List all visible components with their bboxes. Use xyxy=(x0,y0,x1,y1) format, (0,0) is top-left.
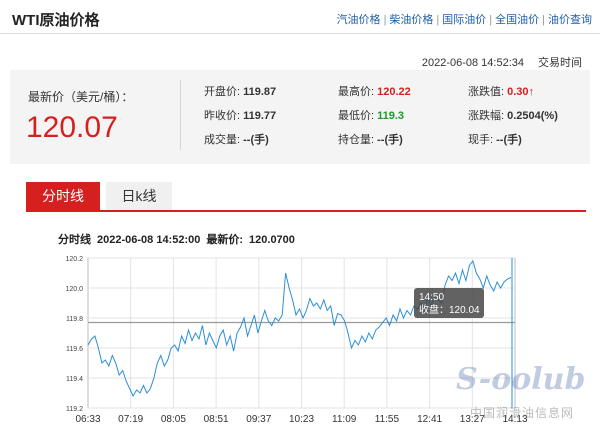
tooltip-time: 14:50 xyxy=(419,292,444,303)
tab-intraday[interactable]: 分时线 xyxy=(26,182,100,210)
stat-high-label: 最高价: xyxy=(338,86,375,98)
nav-diesel-price[interactable]: 柴油价格 xyxy=(389,14,433,26)
trade-time-label: 交易时间 xyxy=(538,57,582,69)
stat-low-value: 119.3 xyxy=(377,110,405,122)
stat-change-pct-label: 涨跌幅: xyxy=(468,110,505,122)
tab-daily-kline[interactable]: 日k线 xyxy=(106,182,172,210)
x-tick-label: 08:05 xyxy=(161,414,186,425)
nav-gasoline-price[interactable]: 汽油价格 xyxy=(337,14,381,26)
chart-info-latest-label: 最新价: xyxy=(206,234,244,246)
stat-prev-close: 昨收价: 119.77 xyxy=(204,107,276,123)
stat-high: 最高价: 120.22 xyxy=(338,83,411,99)
stat-volume-label: 成交量: xyxy=(204,134,241,146)
stat-low: 最低价: 119.3 xyxy=(338,107,404,123)
tab-underline xyxy=(26,210,586,212)
quote-panel: 最新价（美元/桶）： 120.07 开盘价: 119.87 最高价: 120.2… xyxy=(10,70,590,164)
page-header: WTI原油价格 汽油价格 | 柴油价格 | 国际油价 | 全国油价 | 油价查询 xyxy=(0,0,600,34)
x-tick-label: 06:33 xyxy=(75,414,100,425)
top-nav: 汽油价格 | 柴油价格 | 国际油价 | 全国油价 | 油价查询 xyxy=(337,11,592,27)
stat-change: 涨跌值: 0.30↑ xyxy=(468,83,534,99)
nav-separator: | xyxy=(489,14,493,26)
x-tick-label: 11:09 xyxy=(332,414,357,425)
x-tick-label: 12:41 xyxy=(417,414,442,425)
chart-info-latest-value: 120.0700 xyxy=(249,234,295,246)
tooltip-close: 收盘：120.04 xyxy=(419,303,480,316)
stat-open-value: 119.87 xyxy=(243,86,277,98)
stat-change-value: 0.30↑ xyxy=(507,86,535,98)
chart-info-time: 2022-06-08 14:52:00 xyxy=(97,234,201,246)
watermark-logo: S-oolub xyxy=(456,362,586,397)
x-tick-label: 07:19 xyxy=(118,414,143,425)
stat-open-interest-value: --(手) xyxy=(377,134,403,146)
stat-prev-close-value: 119.77 xyxy=(243,110,277,122)
stat-change-pct: 涨跌幅: 0.2504(%) xyxy=(468,107,558,123)
stat-current-hand: 现手: --(手) xyxy=(468,131,522,147)
stat-volume-value: --(手) xyxy=(243,134,269,146)
stat-current-hand-label: 现手: xyxy=(468,134,494,146)
x-tick-label: 09:37 xyxy=(246,414,271,425)
stat-change-pct-value: 0.2504(%) xyxy=(507,110,558,122)
y-tick-label: 120.2 xyxy=(65,256,83,263)
latest-price-value: 120.07 xyxy=(26,111,118,144)
nav-national-oil-price[interactable]: 全国油价 xyxy=(495,14,539,26)
stat-open: 开盘价: 119.87 xyxy=(204,83,276,99)
x-tick-label: 11:55 xyxy=(375,414,400,425)
latest-price-label: 最新价（美元/桶）： xyxy=(28,90,134,104)
y-tick-label: 119.8 xyxy=(66,316,83,323)
stat-prev-close-label: 昨收价: xyxy=(204,110,241,122)
nav-international-oil-price[interactable]: 国际油价 xyxy=(442,14,486,26)
stat-open-label: 开盘价: xyxy=(204,86,241,98)
watermark-site: 中国润滑油信息网 xyxy=(470,406,575,420)
quote-timestamp-row: 2022-06-08 14:52:34 交易时间 xyxy=(422,54,582,70)
y-tick-label: 119.2 xyxy=(66,406,83,413)
stat-open-interest: 持仓量: --(手) xyxy=(338,131,403,147)
stat-low-label: 最低价: xyxy=(338,110,375,122)
stat-volume: 成交量: --(手) xyxy=(204,131,269,147)
page-title: WTI原油价格 xyxy=(12,12,100,29)
nav-separator: | xyxy=(436,14,440,26)
nav-oil-price-query[interactable]: 油价查询 xyxy=(548,14,592,26)
x-tick-label: 08:51 xyxy=(204,414,229,425)
stat-change-label: 涨跌值: xyxy=(468,86,505,98)
stat-open-interest-label: 持仓量: xyxy=(338,134,375,146)
y-tick-label: 119.6 xyxy=(66,346,83,353)
stat-current-hand-value: --(手) xyxy=(496,134,522,146)
nav-separator: | xyxy=(383,14,387,26)
y-tick-label: 120.0 xyxy=(65,286,83,293)
y-tick-label: 119.4 xyxy=(66,376,83,383)
chart-info: 分时线 2022-06-08 14:52:00 最新价: 120.0700 xyxy=(58,231,301,247)
quote-timestamp: 2022-06-08 14:52:34 xyxy=(421,57,524,69)
x-tick-label: 10:23 xyxy=(289,414,314,425)
chart-info-label: 分时线 xyxy=(58,234,91,246)
panel-divider xyxy=(180,80,181,150)
nav-separator: | xyxy=(542,14,545,26)
stat-high-value: 120.22 xyxy=(377,86,411,98)
